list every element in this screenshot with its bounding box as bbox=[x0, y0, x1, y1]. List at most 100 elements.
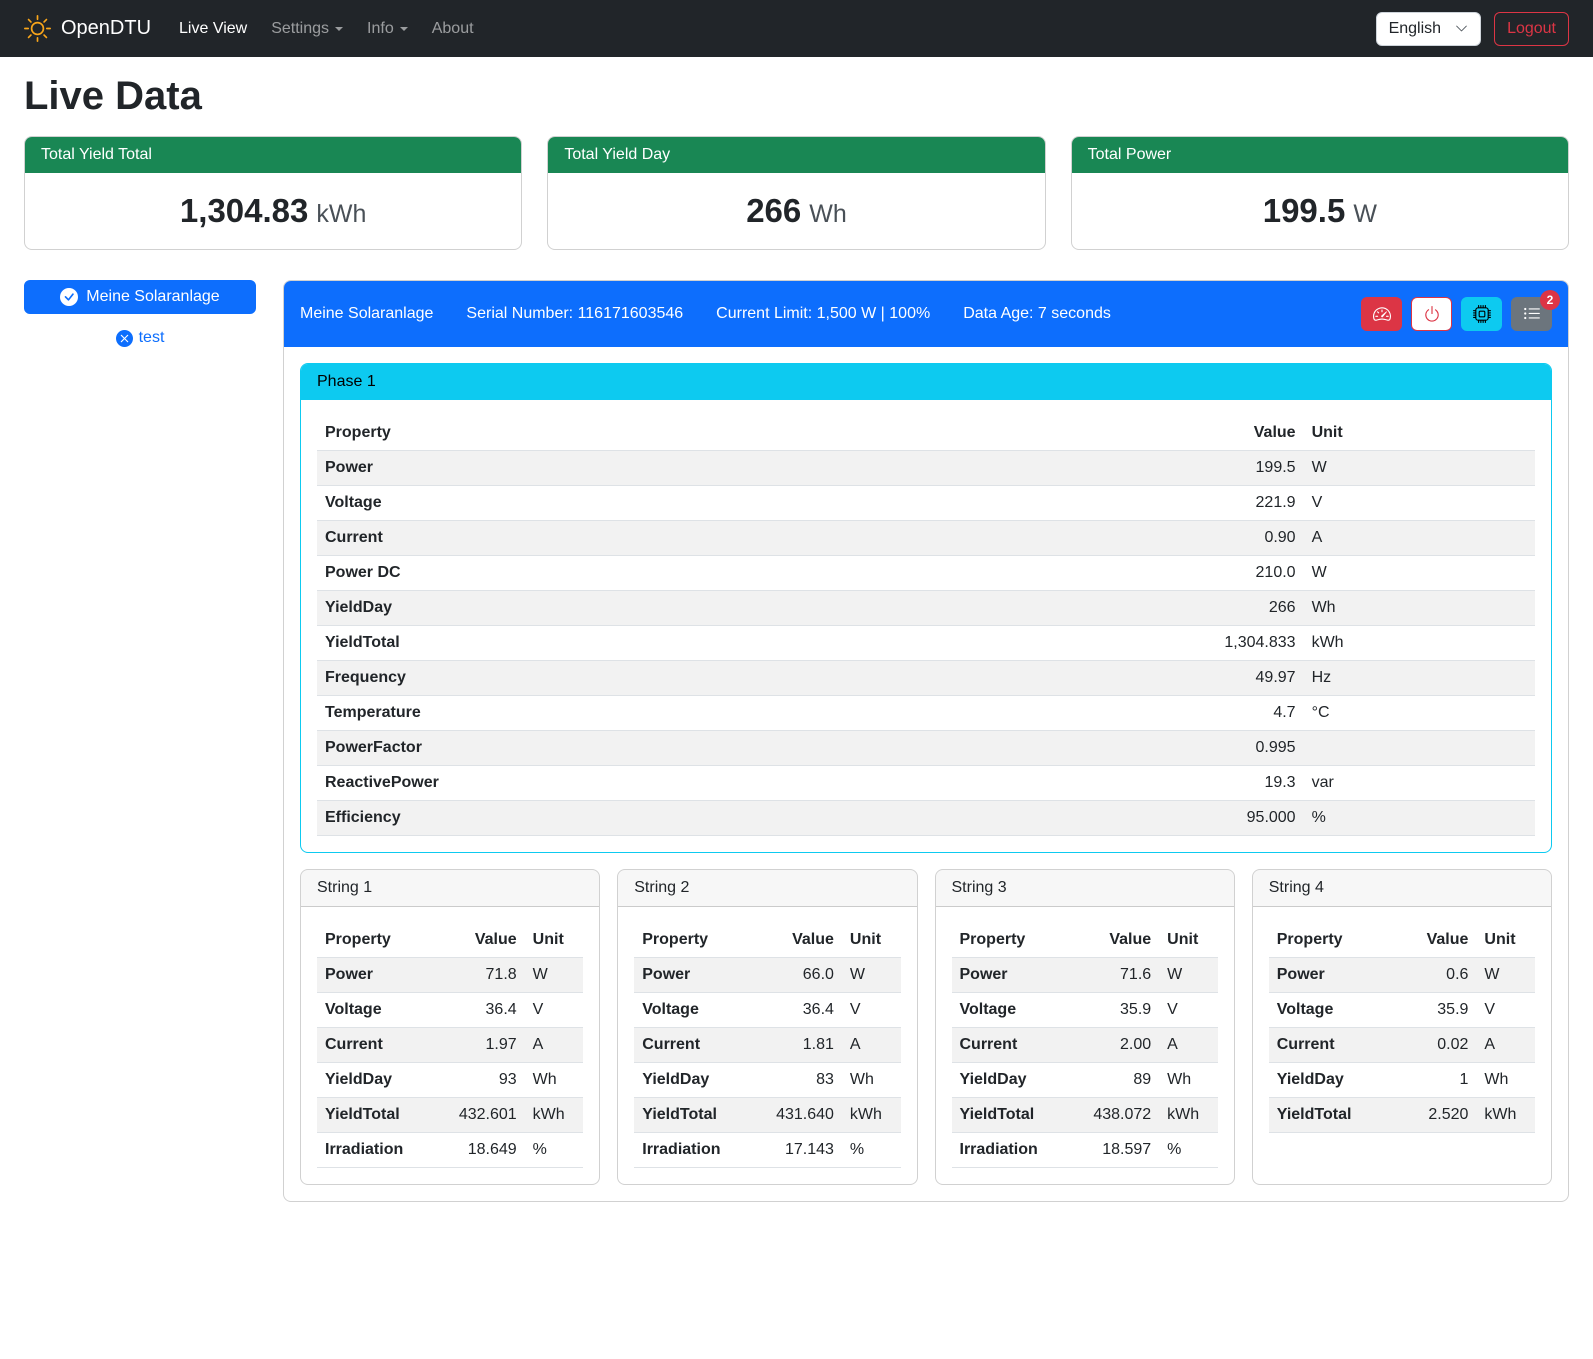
row-unit: A bbox=[1159, 1028, 1218, 1063]
chevron-down-icon bbox=[335, 27, 343, 31]
table-row: Voltage36.4V bbox=[317, 993, 583, 1028]
table-header-row: Property Value Unit bbox=[317, 416, 1535, 451]
phase-title: Phase 1 bbox=[301, 364, 1551, 400]
sidebar-inverter-button[interactable]: Meine Solaranlage bbox=[24, 280, 256, 314]
row-property: ReactivePower bbox=[317, 766, 1121, 801]
nav-links: Live View Settings Info About bbox=[167, 12, 1376, 46]
row-value: 266 bbox=[1121, 591, 1304, 626]
row-property: PowerFactor bbox=[317, 731, 1121, 766]
events-button[interactable]: 2 bbox=[1511, 297, 1552, 331]
table-row: Power0.6W bbox=[1269, 958, 1535, 993]
row-value: 18.649 bbox=[450, 1133, 525, 1168]
nav-item-settings[interactable]: Settings bbox=[259, 12, 355, 46]
table-row: Power71.8W bbox=[317, 958, 583, 993]
string-card: String 2PropertyValueUnitPower66.0WVolta… bbox=[617, 869, 917, 1185]
row-property: Voltage bbox=[317, 993, 450, 1028]
inverter-panel: Meine Solaranlage Serial Number: 1161716… bbox=[283, 280, 1569, 1202]
row-value: 0.02 bbox=[1402, 1028, 1477, 1063]
limit-settings-button[interactable] bbox=[1361, 297, 1402, 331]
string-card-title: String 2 bbox=[618, 870, 916, 907]
table-row: PowerFactor0.995 bbox=[317, 731, 1535, 766]
table-row: Power199.5W bbox=[317, 451, 1535, 486]
table-row: Current0.90A bbox=[317, 521, 1535, 556]
row-unit: V bbox=[1476, 993, 1535, 1028]
col-value: Value bbox=[767, 923, 842, 958]
table-row: Current1.81A bbox=[634, 1028, 900, 1063]
row-property: Voltage bbox=[317, 486, 1121, 521]
col-value: Value bbox=[450, 923, 525, 958]
summary-value: 199.5 bbox=[1263, 192, 1346, 229]
row-property: Irradiation bbox=[634, 1133, 767, 1168]
table-header-row: PropertyValueUnit bbox=[634, 923, 900, 958]
string-table: PropertyValueUnitPower71.8WVoltage36.4VC… bbox=[317, 923, 583, 1168]
row-unit: % bbox=[525, 1133, 584, 1168]
table-row: YieldDay93Wh bbox=[317, 1063, 583, 1098]
row-value: 432.601 bbox=[450, 1098, 525, 1133]
row-unit: Wh bbox=[1159, 1063, 1218, 1098]
table-row: YieldDay89Wh bbox=[952, 1063, 1218, 1098]
row-property: Efficiency bbox=[317, 801, 1121, 836]
nav-item-live-view[interactable]: Live View bbox=[167, 12, 259, 46]
row-value: 0.995 bbox=[1121, 731, 1304, 766]
nav-item-info[interactable]: Info bbox=[355, 12, 420, 46]
row-property: YieldTotal bbox=[634, 1098, 767, 1133]
row-value: 2.00 bbox=[1085, 1028, 1160, 1063]
phase-card: Phase 1 Property Value Unit Power199.5WV… bbox=[300, 363, 1552, 853]
row-value: 36.4 bbox=[767, 993, 842, 1028]
col-property: Property bbox=[952, 923, 1085, 958]
string-card: String 4PropertyValueUnitPower0.6WVoltag… bbox=[1252, 869, 1552, 1185]
device-info-button[interactable] bbox=[1461, 297, 1502, 331]
row-property: Voltage bbox=[952, 993, 1085, 1028]
string-card-body: PropertyValueUnitPower71.8WVoltage36.4VC… bbox=[301, 907, 599, 1184]
chevron-down-icon bbox=[400, 27, 408, 31]
sun-icon bbox=[24, 15, 51, 42]
page-title: Live Data bbox=[24, 74, 1569, 119]
row-value: 221.9 bbox=[1121, 486, 1304, 521]
col-unit: Unit bbox=[1304, 416, 1535, 451]
inverter-name: Meine Solaranlage bbox=[300, 305, 433, 323]
row-property: Power bbox=[952, 958, 1085, 993]
table-row: Power DC210.0W bbox=[317, 556, 1535, 591]
row-unit: kWh bbox=[1476, 1098, 1535, 1133]
table-row: Frequency49.97Hz bbox=[317, 661, 1535, 696]
row-unit: W bbox=[1476, 958, 1535, 993]
row-value: 49.97 bbox=[1121, 661, 1304, 696]
string-card-body: PropertyValueUnitPower66.0WVoltage36.4VC… bbox=[618, 907, 916, 1184]
row-property: YieldDay bbox=[317, 591, 1121, 626]
list-icon bbox=[1523, 305, 1541, 323]
power-button[interactable] bbox=[1411, 297, 1452, 331]
language-select[interactable]: English bbox=[1376, 12, 1481, 46]
table-row: YieldTotal1,304.833kWh bbox=[317, 626, 1535, 661]
summary-card-title: Total Yield Total bbox=[25, 137, 521, 173]
summary-card-total-yield-total: Total Yield Total 1,304.83kWh bbox=[24, 136, 522, 250]
navbar: OpenDTU Live View Settings Info About En… bbox=[0, 0, 1593, 57]
summary-card-total-yield-day: Total Yield Day 266Wh bbox=[547, 136, 1045, 250]
nav-item-about[interactable]: About bbox=[420, 12, 486, 46]
logout-button[interactable]: Logout bbox=[1494, 12, 1569, 46]
row-property: Power DC bbox=[317, 556, 1121, 591]
string-table-body: Power66.0WVoltage36.4VCurrent1.81AYieldD… bbox=[634, 958, 900, 1168]
row-unit: A bbox=[1304, 521, 1535, 556]
events-badge: 2 bbox=[1540, 290, 1560, 310]
table-row: Current1.97A bbox=[317, 1028, 583, 1063]
brand[interactable]: OpenDTU bbox=[24, 15, 151, 42]
nav-item-label: Settings bbox=[271, 20, 329, 38]
col-property: Property bbox=[317, 923, 450, 958]
col-property: Property bbox=[317, 416, 1121, 451]
test-link[interactable]: test bbox=[116, 329, 165, 347]
row-unit: Hz bbox=[1304, 661, 1535, 696]
row-property: Current bbox=[952, 1028, 1085, 1063]
chevron-down-icon bbox=[1455, 22, 1468, 35]
data-age: Data Age: 7 seconds bbox=[963, 305, 1111, 323]
row-property: Current bbox=[317, 521, 1121, 556]
phase-card-body: Property Value Unit Power199.5WVoltage22… bbox=[301, 400, 1551, 852]
row-property: YieldTotal bbox=[952, 1098, 1085, 1133]
table-row: YieldDay83Wh bbox=[634, 1063, 900, 1098]
panel-actions: 2 bbox=[1361, 297, 1552, 331]
row-property: YieldDay bbox=[317, 1063, 450, 1098]
row-unit: % bbox=[1304, 801, 1535, 836]
table-row: YieldTotal432.601kWh bbox=[317, 1098, 583, 1133]
x-circle-icon bbox=[116, 330, 133, 347]
row-unit: V bbox=[842, 993, 901, 1028]
col-property: Property bbox=[1269, 923, 1402, 958]
